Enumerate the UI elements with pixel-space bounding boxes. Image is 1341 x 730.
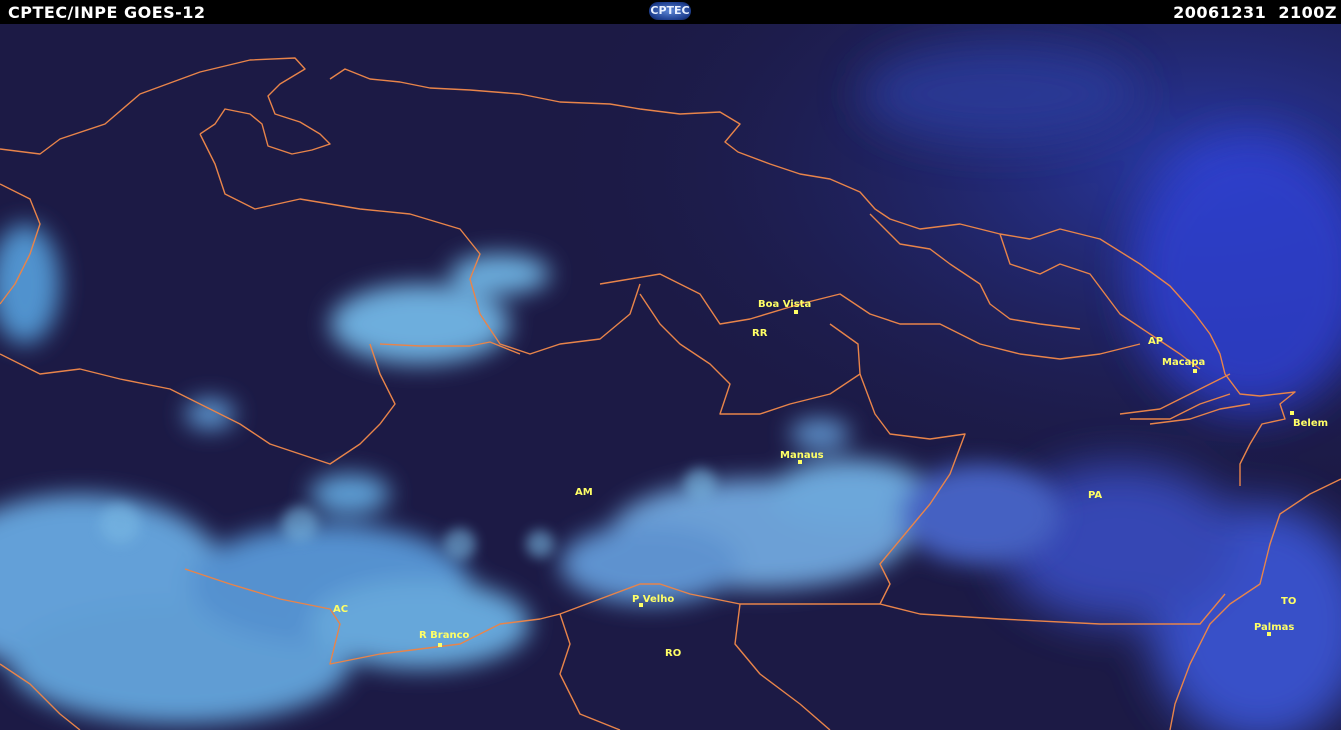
city-label-macapa: Macapa [1162, 357, 1205, 368]
city-label-r-branco: R Branco [419, 630, 470, 641]
satellite-map: Boa Vista Macapa Belem Manaus P Velho R … [0, 24, 1341, 730]
city-label-belem: Belem [1293, 418, 1328, 429]
city-label-p-velho: P Velho [632, 594, 674, 605]
city-label-palmas: Palmas [1254, 622, 1294, 633]
state-label-rr: RR [752, 328, 768, 339]
state-label-am: AM [575, 487, 593, 498]
city-label-manaus: Manaus [780, 450, 824, 461]
state-label-ac: AC [333, 604, 348, 615]
city-label-boa-vista: Boa Vista [758, 299, 811, 310]
image-header: CPTEC/INPE GOES-12 CPTEC 20061231 2100Z [0, 0, 1341, 24]
satellite-title: CPTEC/INPE GOES-12 [8, 3, 206, 22]
cptec-logo: CPTEC [649, 2, 691, 20]
state-label-pa: PA [1088, 490, 1102, 501]
state-label-ro: RO [665, 648, 681, 659]
state-label-ap: AP [1148, 336, 1163, 347]
image-datetime: 20061231 2100Z [1173, 3, 1337, 22]
state-label-to: TO [1281, 596, 1296, 607]
